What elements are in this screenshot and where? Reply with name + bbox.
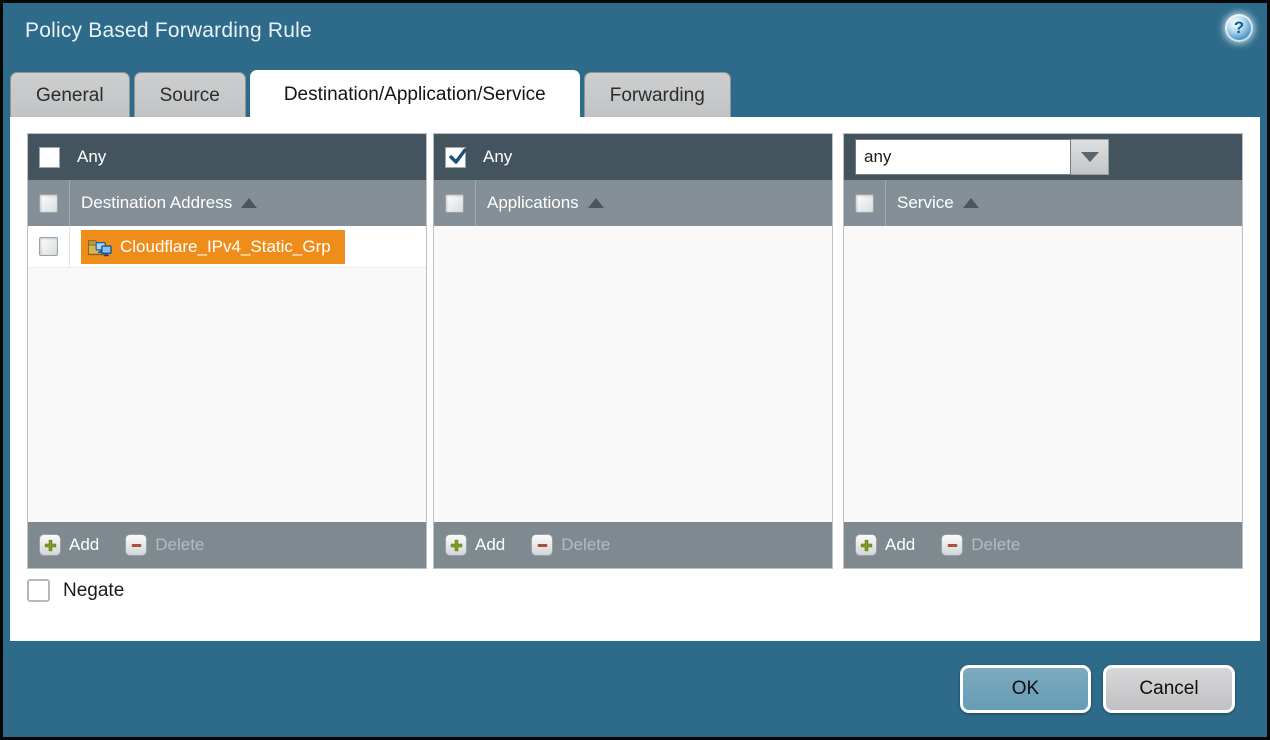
applications-any-bar: Any (434, 134, 832, 180)
sort-ascending-icon[interactable] (588, 198, 604, 208)
service-column: any Service (843, 133, 1243, 569)
service-column-header: Service (844, 180, 1242, 226)
negate-row: Negate (27, 579, 124, 602)
selected-address-group[interactable]: Cloudflare_IPv4_Static_Grp (81, 230, 345, 264)
tab-general[interactable]: General (10, 72, 130, 119)
negate-checkbox[interactable] (27, 579, 50, 602)
ok-button[interactable]: OK (960, 665, 1091, 713)
address-group-label: Cloudflare_IPv4_Static_Grp (120, 237, 331, 257)
destination-address-list: Cloudflare_IPv4_Static_Grp (28, 226, 426, 522)
plus-icon (855, 534, 877, 556)
service-type-value[interactable]: any (855, 139, 1071, 175)
add-button[interactable]: Add (445, 534, 505, 556)
row-checkbox[interactable] (39, 237, 58, 256)
cancel-button[interactable]: Cancel (1103, 665, 1235, 713)
tab-bar: General Source Destination/Application/S… (10, 70, 731, 119)
applications-list (434, 226, 832, 522)
dialog-title: Policy Based Forwarding Rule (25, 19, 312, 43)
table-row[interactable]: Cloudflare_IPv4_Static_Grp (28, 226, 426, 268)
service-header-label[interactable]: Service (897, 193, 954, 213)
minus-icon (531, 534, 553, 556)
service-dropdown-bar: any (844, 134, 1242, 180)
chevron-down-icon (1081, 152, 1099, 162)
destination-any-checkbox[interactable] (39, 147, 60, 168)
minus-icon (941, 534, 963, 556)
delete-label: Delete (561, 535, 610, 555)
destination-any-bar: Any (28, 134, 426, 180)
destination-address-header-label[interactable]: Destination Address (81, 193, 232, 213)
tab-forwarding[interactable]: Forwarding (584, 72, 731, 119)
destination-address-column: Any Destination Address (27, 133, 427, 569)
destination-column-header: Destination Address (28, 180, 426, 226)
service-column-footer: Add Delete (844, 522, 1242, 568)
destination-column-footer: Add Delete (28, 522, 426, 568)
add-button[interactable]: Add (39, 534, 99, 556)
applications-column: Any Applications Add (433, 133, 833, 569)
applications-select-all-checkbox[interactable] (445, 194, 464, 213)
destination-any-label: Any (77, 147, 106, 167)
sort-ascending-icon[interactable] (241, 198, 257, 208)
applications-any-checkbox-checked[interactable] (445, 147, 466, 168)
dropdown-arrow-button[interactable] (1071, 139, 1109, 175)
negate-label: Negate (63, 580, 124, 602)
applications-column-footer: Add Delete (434, 522, 832, 568)
applications-column-header: Applications (434, 180, 832, 226)
applications-header-label[interactable]: Applications (487, 193, 579, 213)
add-label: Add (475, 535, 505, 555)
delete-button[interactable]: Delete (125, 534, 204, 556)
plus-icon (445, 534, 467, 556)
service-select-all-checkbox[interactable] (855, 194, 874, 213)
delete-button[interactable]: Delete (941, 534, 1020, 556)
columns-container: Any Destination Address (27, 133, 1243, 569)
delete-label: Delete (971, 535, 1020, 555)
service-list (844, 226, 1242, 522)
destination-select-all-checkbox[interactable] (39, 194, 58, 213)
delete-label: Delete (155, 535, 204, 555)
help-icon[interactable]: ? (1225, 14, 1253, 42)
address-group-icon (87, 236, 112, 258)
content-panel: Any Destination Address (10, 117, 1260, 641)
service-type-dropdown[interactable]: any (855, 139, 1109, 175)
delete-button[interactable]: Delete (531, 534, 610, 556)
policy-based-forwarding-dialog: Policy Based Forwarding Rule ? General S… (0, 0, 1270, 740)
add-label: Add (69, 535, 99, 555)
applications-any-label: Any (483, 147, 512, 167)
tab-source[interactable]: Source (134, 72, 246, 119)
sort-ascending-icon[interactable] (963, 198, 979, 208)
add-button[interactable]: Add (855, 534, 915, 556)
add-label: Add (885, 535, 915, 555)
minus-icon (125, 534, 147, 556)
checkmark-icon (447, 146, 469, 168)
tab-destination-application-service[interactable]: Destination/Application/Service (250, 70, 580, 119)
plus-icon (39, 534, 61, 556)
